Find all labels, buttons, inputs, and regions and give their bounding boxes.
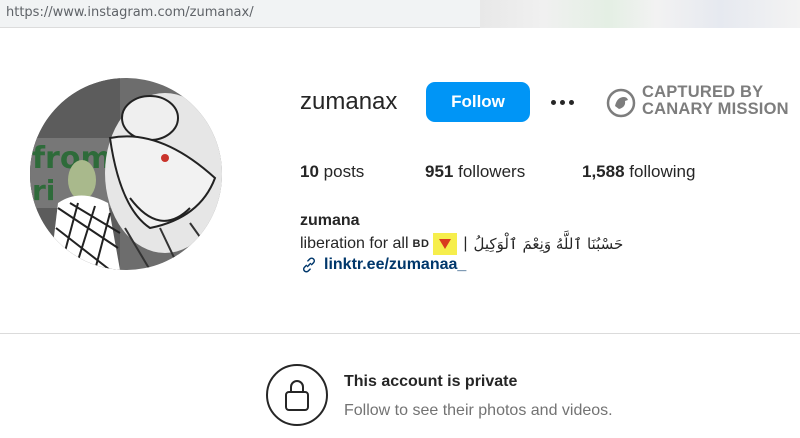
bio-separator: | — [463, 235, 468, 252]
browser-url-bar[interactable]: https://www.instagram.com/zumanax/ — [0, 0, 800, 28]
posts-stat: 10 posts — [300, 162, 364, 182]
following-count: 1,588 — [582, 162, 625, 181]
avatar-image: from ri — [30, 78, 222, 270]
bio-arabic-text: حَسْبُنَا ٱللَّهُ وَنِعْمَ ٱلْوَكِيلُ — [473, 235, 624, 253]
private-account-title: This account is private — [344, 373, 518, 390]
private-account-subtitle: Follow to see their photos and videos. — [344, 402, 613, 419]
lock-icon — [266, 364, 328, 426]
bio-text: liberation for all — [300, 235, 409, 252]
posts-count: 10 — [300, 162, 319, 181]
profile-avatar[interactable]: from ri — [30, 78, 222, 270]
profile-bio: liberation for all BD | حَسْبُنَا ٱللَّه… — [300, 233, 623, 255]
following-stat[interactable]: 1,588 following — [582, 162, 695, 182]
followers-stat[interactable]: 951 followers — [425, 162, 525, 182]
posts-label: posts — [323, 162, 365, 181]
url-text[interactable]: https://www.instagram.com/zumanax/ — [6, 5, 254, 20]
watermark-line-2: CANARY MISSION — [642, 100, 789, 118]
profile-full-name: zumana — [300, 212, 360, 229]
svg-text:ri: ri — [32, 174, 55, 207]
link-icon — [302, 257, 316, 273]
link-text[interactable]: linktr.ee/zumanaa_ — [324, 256, 466, 274]
canary-bird-icon — [606, 88, 636, 118]
more-options-icon[interactable] — [546, 90, 578, 114]
bd-flag-text: BD — [412, 238, 430, 250]
section-divider — [0, 333, 800, 334]
blurred-toolbar-area — [480, 0, 800, 28]
profile-link[interactable]: linktr.ee/zumanaa_ — [300, 256, 466, 274]
follow-button[interactable]: Follow — [426, 82, 530, 122]
canary-mission-watermark: CAPTURED BY CANARY MISSION — [606, 83, 796, 122]
followers-label: followers — [458, 162, 526, 181]
following-label: following — [629, 162, 696, 181]
followers-count: 951 — [425, 162, 454, 181]
profile-username: zumanax — [300, 88, 398, 115]
red-triangle-emoji — [433, 233, 458, 255]
